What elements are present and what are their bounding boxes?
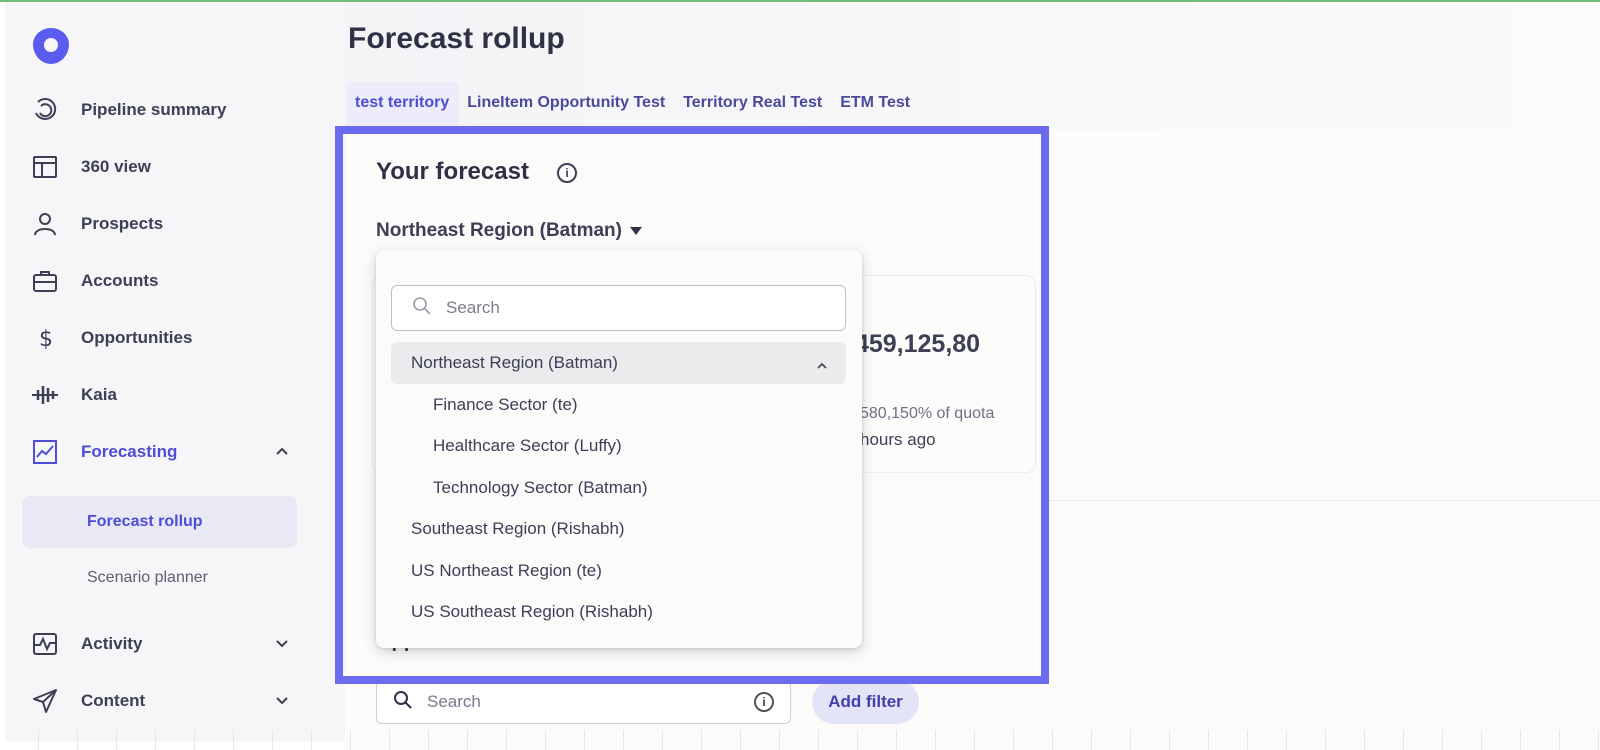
dropdown-option-technology-sector[interactable]: Technology Sector (Batman) — [391, 467, 846, 509]
option-label: Finance Sector (te) — [433, 395, 578, 414]
sidebar-item-label: Opportunities — [81, 328, 193, 347]
chevron-down-icon[interactable] — [275, 693, 289, 712]
waveform-icon — [31, 381, 59, 409]
dropdown-option-southeast-region[interactable]: Southeast Region (Rishabh) — [391, 508, 846, 550]
chevron-down-icon[interactable] — [275, 636, 289, 655]
dropdown-option-healthcare-sector[interactable]: Healthcare Sector (Luffy) — [391, 425, 846, 467]
sidebar-item-label: Activity — [81, 634, 143, 653]
sidebar-subitem-label: Forecast rollup — [87, 513, 203, 530]
territory-dropdown: Northeast Region (Batman) Finance Sector… — [376, 250, 862, 648]
search-icon — [412, 296, 432, 321]
sidebar-subitem-label: Scenario planner — [87, 569, 208, 586]
option-label: Northeast Region (Batman) — [411, 353, 618, 372]
dropdown-search[interactable] — [391, 285, 846, 331]
briefcase-icon — [31, 267, 59, 295]
last-updated: hours ago — [860, 430, 936, 449]
grid-ticks — [0, 730, 1600, 750]
chart-icon — [31, 438, 59, 466]
option-label: US Southeast Region (Rishabh) — [411, 602, 653, 621]
add-filter-button[interactable]: Add filter — [812, 680, 919, 724]
info-icon[interactable]: i — [754, 692, 774, 712]
dropdown-search-input[interactable] — [446, 298, 826, 318]
app-logo[interactable] — [33, 28, 69, 64]
territory-selector[interactable]: Northeast Region (Batman) — [376, 220, 642, 242]
dollar-icon: $ — [31, 324, 59, 352]
option-label: Technology Sector (Batman) — [433, 478, 648, 497]
territory-selector-label: Northeast Region (Batman) — [376, 220, 622, 241]
search-icon — [393, 690, 413, 715]
layout-icon — [31, 153, 59, 181]
sidebar-item-label: Accounts — [81, 271, 159, 290]
sidebar-item-label: 360 view — [81, 157, 151, 176]
pipeline-icon — [31, 96, 59, 124]
activity-icon — [31, 630, 59, 658]
sidebar-item-activity[interactable]: Activity — [31, 624, 321, 664]
tab-test-territory[interactable]: test territory — [347, 82, 460, 128]
opportunities-search[interactable]: i — [376, 680, 791, 724]
quota-percentage: 580,150% of quota — [860, 405, 995, 422]
section-divider — [1048, 500, 1600, 501]
dropdown-option-northeast-region[interactable]: Northeast Region (Batman) — [391, 342, 846, 384]
sidebar-item-opportunities[interactable]: $ Opportunities — [31, 318, 321, 358]
sidebar-item-kaia[interactable]: Kaia — [31, 375, 321, 415]
territory-tabs: test territory LineItem Opportunity Test… — [347, 82, 920, 128]
tab-lineitem-opportunity-test[interactable]: LineItem Opportunity Test — [459, 82, 675, 128]
sidebar-item-pipeline-summary[interactable]: Pipeline summary — [31, 90, 321, 130]
send-icon — [31, 687, 59, 715]
sidebar-item-label: Prospects — [81, 214, 164, 233]
sidebar-item-forecasting[interactable]: Forecasting — [31, 432, 321, 472]
sidebar-subitem-scenario-planner[interactable]: Scenario planner — [22, 552, 297, 604]
sidebar-subitem-forecast-rollup[interactable]: Forecast rollup — [22, 496, 297, 548]
page-title: Forecast rollup — [348, 22, 565, 55]
sidebar-item-content[interactable]: Content — [31, 681, 321, 721]
option-label: US Northeast Region (te) — [411, 561, 602, 580]
sidebar: Pipeline summary 360 view Prospects Acco… — [5, 2, 345, 742]
caret-down-icon — [629, 227, 642, 235]
tab-etm-test[interactable]: ETM Test — [832, 82, 920, 128]
sidebar-item-prospects[interactable]: Prospects — [31, 204, 321, 244]
tab-territory-real-test[interactable]: Territory Real Test — [675, 82, 832, 128]
svg-text:$: $ — [39, 327, 53, 351]
sidebar-item-label: Pipeline summary — [81, 100, 227, 119]
dropdown-option-finance-sector[interactable]: Finance Sector (te) — [391, 384, 846, 426]
user-icon — [31, 210, 59, 238]
chevron-up-icon[interactable] — [275, 444, 289, 463]
dropdown-option-us-northeast-region[interactable]: US Northeast Region (te) — [391, 550, 846, 592]
sidebar-item-label: Kaia — [81, 385, 117, 404]
chevron-up-icon[interactable] — [816, 357, 828, 377]
dropdown-option-us-southeast-region[interactable]: US Southeast Region (Rishabh) — [391, 591, 846, 633]
option-label: Healthcare Sector (Luffy) — [433, 436, 622, 455]
opportunities-search-input[interactable] — [427, 692, 727, 712]
sidebar-item-360-view[interactable]: 360 view — [31, 147, 321, 187]
info-icon[interactable]: i — [557, 163, 577, 183]
forecast-title: Your forecast — [376, 158, 529, 185]
sidebar-item-accounts[interactable]: Accounts — [31, 261, 321, 301]
sidebar-item-label: Content — [81, 691, 146, 710]
option-label: Southeast Region (Rishabh) — [411, 519, 625, 538]
forecast-amount: ,459,125,80 — [848, 330, 981, 358]
sidebar-item-label: Forecasting — [81, 442, 178, 461]
